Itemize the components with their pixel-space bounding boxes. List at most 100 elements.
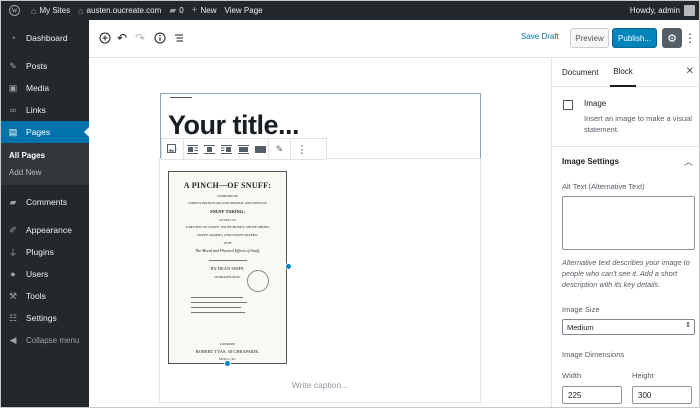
- sidebar-item-appearance[interactable]: ✐ Appearance: [1, 219, 89, 241]
- align-left-icon: [187, 144, 198, 154]
- sidebar-item-label: Settings: [26, 313, 57, 323]
- submenu-all-pages[interactable]: All Pages: [1, 147, 89, 164]
- gear-icon: ⚙: [667, 32, 677, 45]
- sidebar-item-users[interactable]: ● Users: [1, 263, 89, 285]
- resize-handle-right[interactable]: [285, 263, 292, 270]
- site-name-link[interactable]: ⌂ austen.oucreate.com: [74, 1, 165, 20]
- width-input[interactable]: 225: [562, 386, 622, 404]
- editor-canvas: Your title... ✎ ⋮ A PINCH—OF SNUFF: COMP…: [89, 58, 551, 407]
- image-rule: [191, 312, 245, 313]
- alt-text-label: Alt Text (Alternative Text): [562, 182, 645, 191]
- sidebar-item-dashboard[interactable]: ◔ Dashboard: [1, 27, 89, 49]
- my-sites-link[interactable]: ⌂ My Sites: [27, 1, 74, 20]
- more-vertical-icon: ⋮: [684, 31, 696, 45]
- brush-icon: ✐: [9, 224, 17, 235]
- image-text-line: SNUFF TAKING;: [210, 209, 245, 214]
- height-input[interactable]: 300: [632, 386, 692, 404]
- add-block-button[interactable]: [96, 29, 114, 47]
- image-size-value: Medium: [567, 322, 594, 332]
- image-text-line: CURIOUS PARTICULARS AND ORIGINAL ANECDOT…: [187, 201, 268, 205]
- image-text-line: BY DEAN SNIFF,: [210, 266, 245, 271]
- redo-button[interactable]: ↷: [131, 29, 149, 47]
- select-arrows-icon: ⇕: [685, 322, 691, 329]
- image-rule: [191, 302, 247, 303]
- alt-text-textarea[interactable]: [562, 196, 695, 250]
- image-block-icon: [563, 100, 573, 110]
- wide-width-icon: [238, 144, 249, 154]
- image-rule: [191, 297, 243, 298]
- align-right-icon: [221, 144, 232, 154]
- publish-button[interactable]: Publish...: [612, 28, 657, 48]
- full-width-button[interactable]: [252, 139, 269, 159]
- block-type-switcher[interactable]: [162, 139, 184, 159]
- image-settings-panel-toggle[interactable]: Image Settings: [562, 157, 619, 166]
- tab-block[interactable]: Block: [610, 58, 636, 87]
- sidebar-item-media[interactable]: ▣ Media: [1, 77, 89, 99]
- view-page-label: View Page: [224, 6, 263, 15]
- view-page-link[interactable]: View Page: [221, 1, 267, 20]
- block-card-description: Insert an image to make a visual stateme…: [584, 114, 692, 134]
- align-right-button[interactable]: [218, 139, 235, 159]
- new-content-link[interactable]: + New: [188, 1, 221, 20]
- sidebar-item-settings[interactable]: ☷ Settings: [1, 307, 89, 329]
- title-divider: [170, 97, 192, 98]
- close-sidebar-button[interactable]: ✕: [686, 66, 694, 77]
- sidebar-item-label: Tools: [26, 291, 46, 301]
- content-info-button[interactable]: [151, 29, 169, 47]
- collapse-menu-label: Collapse menu: [26, 335, 80, 345]
- preview-button[interactable]: Preview: [570, 28, 609, 48]
- block-toolbar: ✎ ⋮: [161, 138, 327, 160]
- wide-width-button[interactable]: [235, 139, 252, 159]
- settings-toggle-button[interactable]: ⚙: [662, 28, 682, 48]
- align-left-button[interactable]: [184, 139, 201, 159]
- image-text-line: AS WELL AS: [218, 218, 237, 222]
- link-icon: ∞: [9, 105, 17, 115]
- edit-image-button[interactable]: ✎: [269, 139, 291, 159]
- my-sites-label: My Sites: [39, 6, 71, 15]
- image-rule: [191, 307, 241, 308]
- sidebar-item-label: Media: [26, 83, 50, 93]
- save-draft-button[interactable]: Save Draft: [521, 32, 559, 41]
- sidebar-item-tools[interactable]: ⚒ Tools: [1, 285, 89, 307]
- image-text-line: LONDON:: [219, 342, 236, 346]
- image-dimensions-label: Image Dimensions: [562, 350, 625, 359]
- sidebar-item-plugins[interactable]: ⏚ Plugins: [1, 241, 89, 263]
- resize-handle-bottom[interactable]: [224, 360, 231, 367]
- plugin-icon: ⏚: [8, 247, 18, 258]
- image-text-line: SNUFF-TAKERS, AND SNUFF-PAPERS:: [197, 233, 258, 237]
- image-size-select[interactable]: Medium ⇕: [562, 319, 695, 335]
- admin-sidebar: ◔ Dashboard ✎ Posts ▣ Media ∞ Links ▤ Pa…: [1, 20, 89, 407]
- sidebar-item-label: Comments: [26, 197, 68, 207]
- sidebar-item-label: Pages: [26, 127, 51, 137]
- block-navigation-button[interactable]: [170, 29, 188, 47]
- undo-icon: ↶: [116, 31, 128, 45]
- sidebar-item-pages[interactable]: ▤ Pages: [1, 121, 89, 143]
- sidebar-item-label: Links: [26, 105, 46, 115]
- howdy-label: Howdy, admin: [629, 6, 680, 15]
- home-icon: ⌂: [78, 5, 84, 16]
- sidebar-item-posts[interactable]: ✎ Posts: [1, 55, 89, 77]
- image-text-line: ROBERT TYAS, 50 CHEAPSIDE.: [195, 349, 260, 354]
- submenu-add-new[interactable]: Add New: [1, 164, 89, 181]
- sidebar-item-comments[interactable]: ▰ Comments: [1, 191, 89, 213]
- post-title[interactable]: Your title...: [168, 110, 300, 141]
- site-url-label: austen.oucreate.com: [86, 6, 162, 15]
- sidebar-item-links[interactable]: ∞ Links: [1, 99, 89, 121]
- chevron-up-icon[interactable]: ︿: [684, 155, 693, 168]
- settings-icon: ☷: [8, 312, 18, 323]
- collapse-menu-button[interactable]: ◀ Collapse menu: [1, 329, 89, 351]
- tab-document[interactable]: Document: [562, 58, 598, 87]
- book-title-page-image[interactable]: A PINCH—OF SNUFF: COMPOSED OF CURIOUS PA…: [168, 171, 287, 364]
- account-menu[interactable]: Howdy, admin: [626, 1, 699, 20]
- wordpress-logo-icon[interactable]: W: [1, 1, 27, 20]
- undo-button[interactable]: ↶: [113, 29, 131, 47]
- more-tools-button[interactable]: ⋮: [684, 29, 696, 47]
- collapse-arrow-icon: ◀: [9, 334, 17, 345]
- comments-link[interactable]: ▰ 0: [165, 1, 187, 20]
- block-more-options-button[interactable]: ⋮: [291, 139, 313, 159]
- align-center-button[interactable]: [201, 139, 218, 159]
- height-label: Height: [632, 371, 654, 380]
- list-icon: [175, 34, 183, 42]
- sidebar-item-label: Appearance: [26, 225, 72, 235]
- image-caption-input[interactable]: Write caption...: [159, 380, 481, 390]
